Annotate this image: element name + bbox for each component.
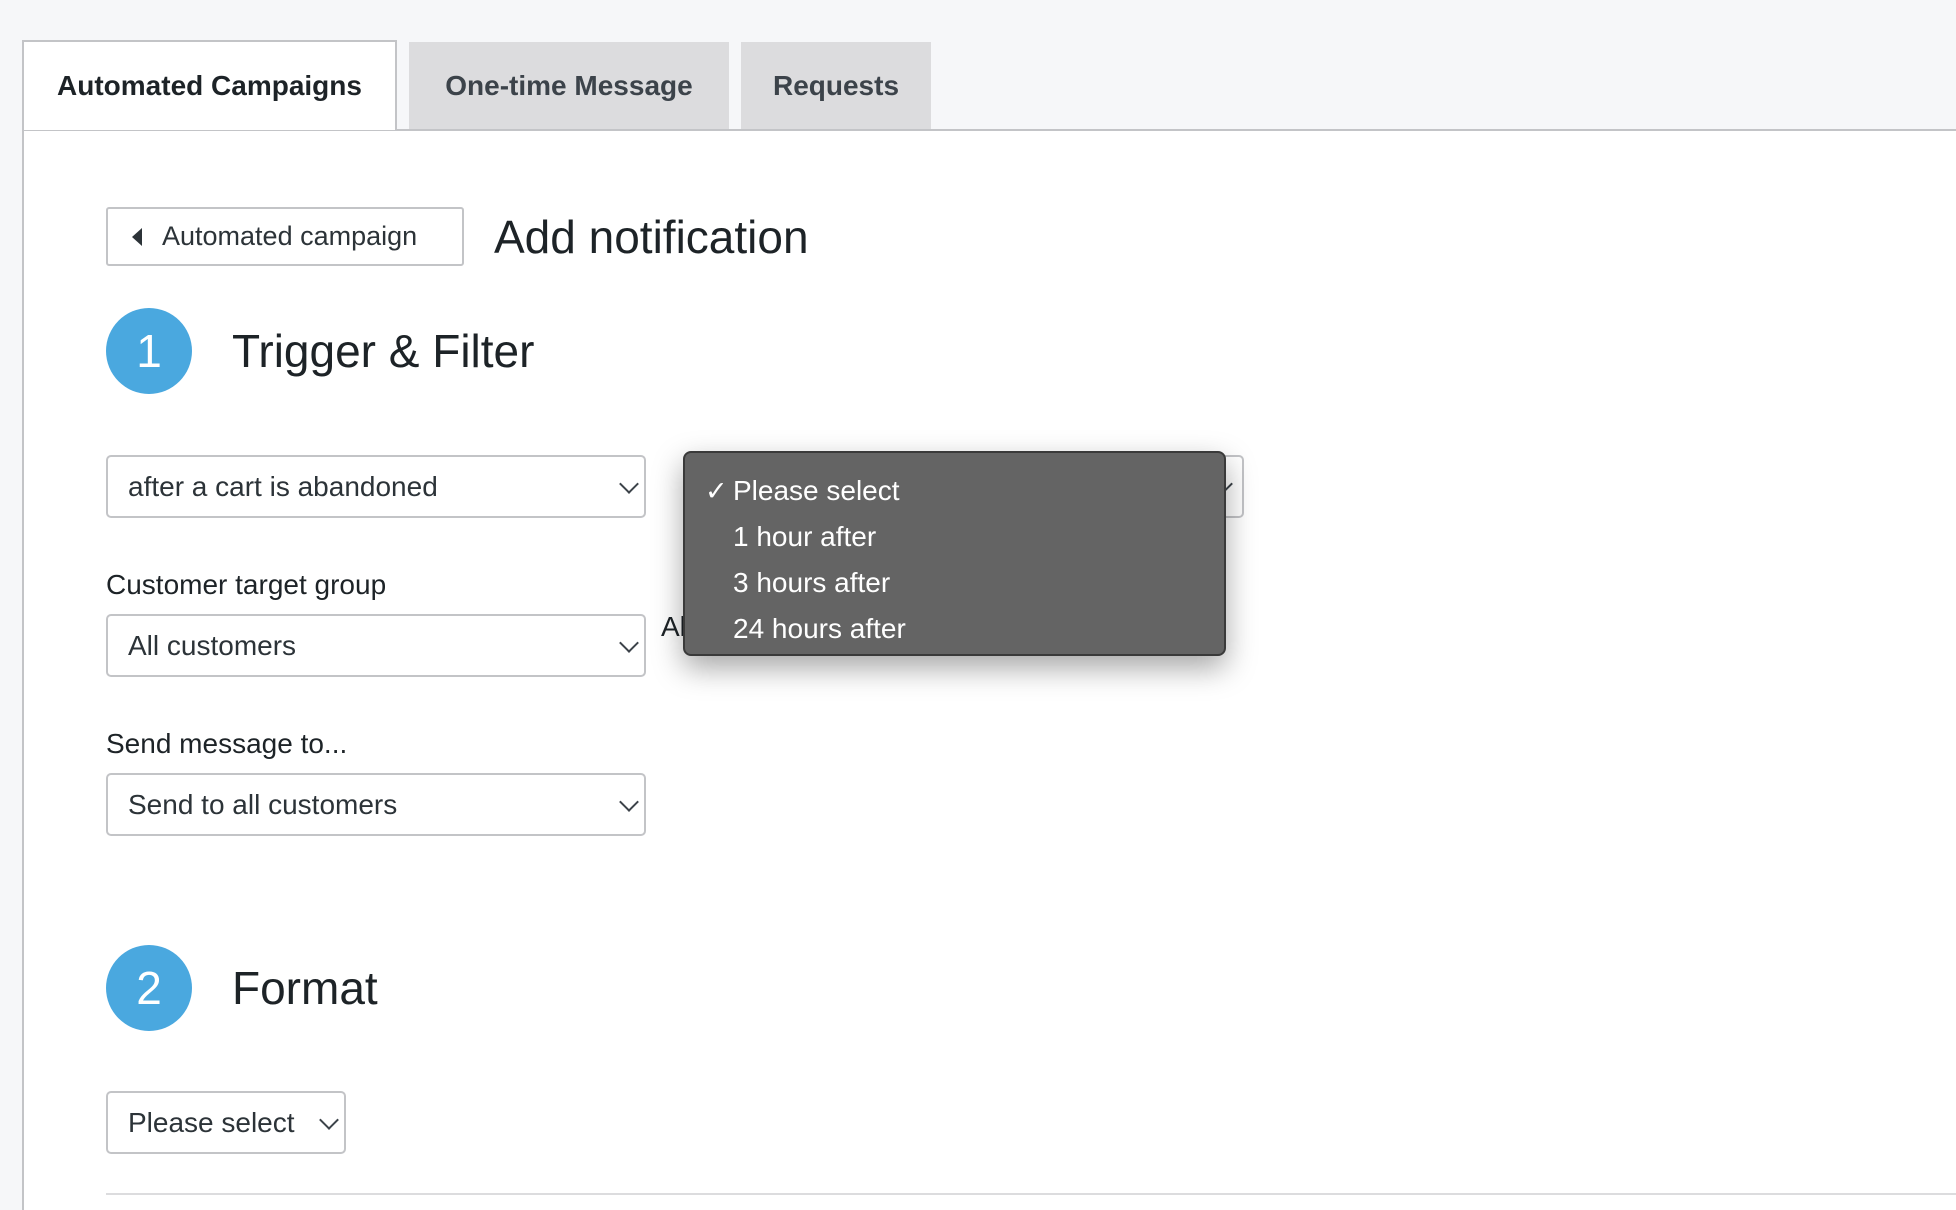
chevron-down-icon — [619, 473, 639, 494]
dropdown-option-24-hours[interactable]: 24 hours after — [685, 606, 1224, 652]
tab-one-time-message[interactable]: One-time Message — [409, 42, 729, 130]
send-to-label: Send message to... — [106, 728, 348, 759]
target-group-select-value: All customers — [128, 629, 297, 661]
delay-dropdown-menu: ✓ Please select 1 hour after 3 hours aft… — [683, 451, 1226, 656]
step-1-title: Trigger & Filter — [232, 325, 535, 377]
format-select[interactable]: Please select — [106, 1091, 346, 1154]
caret-left-icon — [132, 227, 142, 246]
trigger-select-value: after a cart is abandoned — [128, 470, 438, 502]
target-group-select[interactable]: All customers — [106, 614, 646, 677]
send-to-select-value: Send to all customers — [128, 788, 398, 820]
trigger-select[interactable]: after a cart is abandoned — [106, 455, 646, 518]
back-to-automated-campaign-button[interactable]: Automated campaign — [106, 207, 464, 266]
send-to-select[interactable]: Send to all customers — [106, 773, 646, 836]
main-panel: Automated campaign Add notification 1 Tr… — [22, 129, 1956, 1210]
chevron-down-icon — [619, 632, 639, 653]
chevron-down-icon — [319, 1109, 339, 1130]
dropdown-option-label: 1 hour after — [733, 521, 877, 552]
back-button-label: Automated campaign — [162, 221, 418, 251]
step-2-badge: 2 — [106, 945, 192, 1031]
dropdown-option-label: 24 hours after — [733, 613, 906, 644]
checkmark-icon: ✓ — [705, 475, 728, 506]
page-title: Add notification — [494, 211, 809, 263]
step-2-title: Format — [232, 962, 378, 1014]
chevron-down-icon — [619, 791, 639, 812]
dropdown-option-please-select[interactable]: ✓ Please select — [685, 468, 1224, 514]
tab-bar: Automated Campaigns One-time Message Req… — [22, 40, 943, 130]
target-group-label: Customer target group — [106, 569, 387, 600]
tab-requests[interactable]: Requests — [741, 42, 931, 130]
tab-automated-campaigns[interactable]: Automated Campaigns — [22, 40, 397, 130]
step-1-badge: 1 — [106, 308, 192, 394]
dropdown-option-1-hour[interactable]: 1 hour after — [685, 514, 1224, 560]
dropdown-option-label: 3 hours after — [733, 567, 891, 598]
dropdown-option-3-hours[interactable]: 3 hours after — [685, 560, 1224, 606]
dropdown-option-label: Please select — [733, 475, 900, 506]
divider — [106, 1193, 1956, 1195]
format-select-value: Please select — [128, 1106, 295, 1138]
